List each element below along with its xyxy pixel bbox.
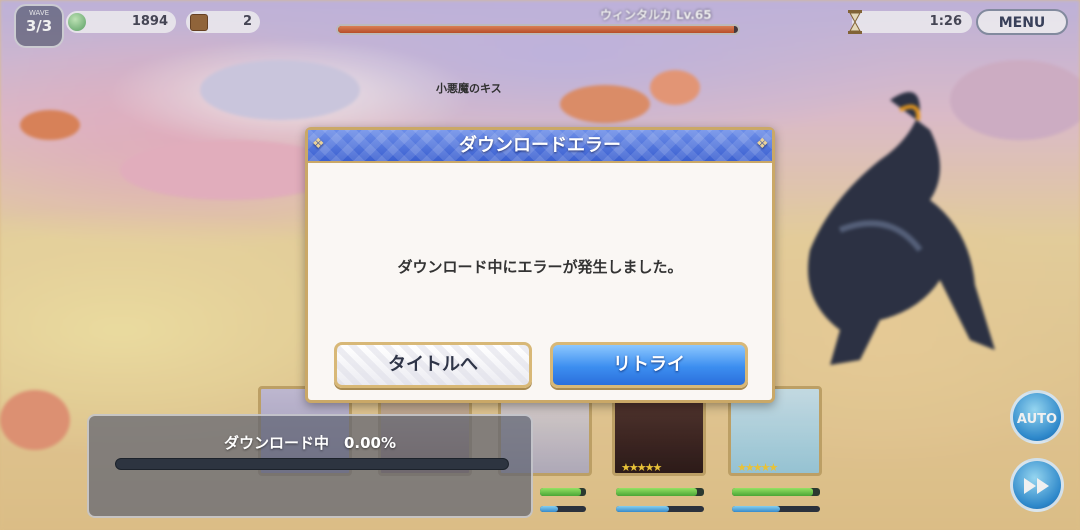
ornament-icon: ❖	[312, 136, 325, 152]
dialog-header: ❖ ダウンロードエラー ❖	[308, 130, 772, 163]
dialog-title: ダウンロードエラー	[459, 135, 621, 156]
download-error-dialog: ❖ ダウンロードエラー ❖ ダウンロード中にエラーが発生しました。 タイトルへ …	[305, 127, 775, 403]
to-title-button[interactable]: タイトルへ	[334, 342, 532, 388]
ornament-icon: ❖	[756, 136, 769, 152]
download-progress-panel: ダウンロード中 0.00%	[87, 414, 533, 518]
retry-button[interactable]: リトライ	[550, 342, 748, 388]
download-progress-label: ダウンロード中 0.00%	[223, 434, 397, 452]
dialog-message: ダウンロード中にエラーが発生しました。	[397, 258, 683, 276]
download-progress-bar	[115, 458, 509, 470]
